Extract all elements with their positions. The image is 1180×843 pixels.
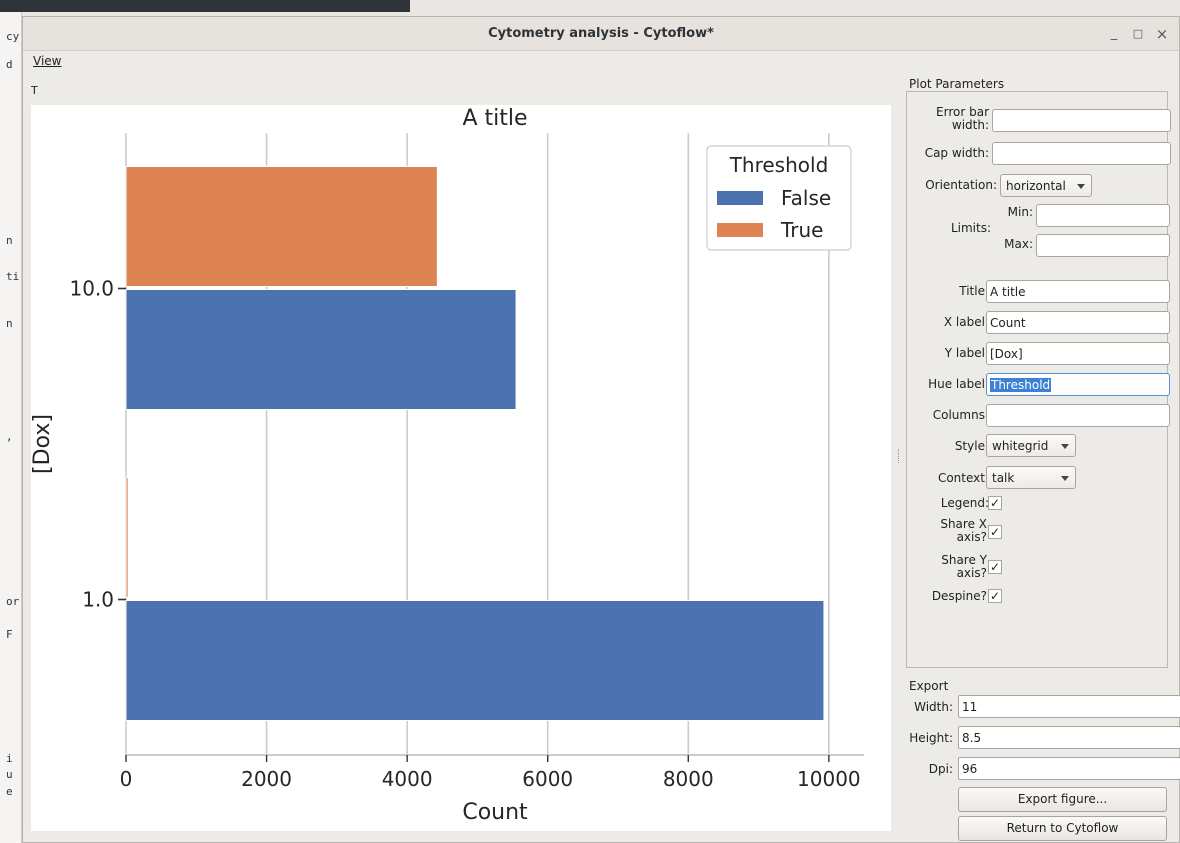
legend-title: Threshold: [729, 153, 829, 177]
orientation-label: Orientation:: [925, 178, 997, 192]
share-x-checkbox[interactable]: ✓: [988, 525, 1002, 539]
orientation-select[interactable]: horizontal: [1000, 174, 1092, 197]
bar-true: [125, 477, 129, 598]
background-text-fragment: u: [6, 768, 13, 781]
splitter-handle[interactable]: [898, 449, 902, 463]
export-dpi-label: Dpi:: [928, 762, 953, 776]
chart-title: A title: [462, 106, 527, 131]
limits-label: Limits:: [950, 221, 991, 235]
title-label: Title:: [959, 284, 989, 298]
chevron-down-icon: [1061, 476, 1069, 481]
limits-max-label: Max:: [1004, 237, 1033, 251]
y-label-label: Y label:: [944, 346, 989, 360]
x-tick-label: 2000: [241, 767, 292, 791]
legend-entry: False: [781, 186, 831, 210]
window-title: Cytometry analysis - Cytoflow*: [488, 26, 714, 41]
share-y-label: Share Y axis?: [941, 553, 987, 580]
chevron-down-icon: [1077, 184, 1085, 189]
despine-checkbox[interactable]: ✓: [988, 589, 1002, 603]
export-header: Export: [909, 679, 949, 693]
x-tick-label: 8000: [663, 767, 714, 791]
despine-label: Despine?: [931, 589, 987, 603]
background-window-edge: cy d n ti n , or F i u e: [0, 12, 22, 843]
background-text-fragment: n: [6, 234, 13, 247]
y-label-input[interactable]: [Dox]: [986, 342, 1170, 365]
columns-input[interactable]: [986, 404, 1170, 427]
context-value: talk: [992, 471, 1015, 485]
background-text-fragment: ,: [6, 430, 13, 443]
title-input[interactable]: A title: [986, 280, 1170, 303]
export-width-label: Width:: [914, 700, 953, 714]
background-text-fragment: n: [6, 317, 13, 330]
orientation-value: horizontal: [1006, 179, 1066, 193]
plot-parameters-header: Plot Parameters: [909, 77, 1005, 91]
bar-false: [125, 289, 517, 410]
legend-label: Legend:: [940, 496, 989, 510]
background-taskbar-strip: [0, 0, 410, 12]
export-height-input[interactable]: 8.5: [958, 726, 1180, 749]
error-bar-width-label: Error bar width:: [936, 105, 989, 132]
y-tick-label: 10.0: [69, 277, 114, 301]
x-axis-label: Count: [462, 800, 528, 825]
background-text-fragment: or: [6, 595, 20, 608]
maximize-button[interactable]: □: [1129, 25, 1147, 43]
background-text-fragment: F: [6, 628, 13, 641]
context-label: Context:: [937, 471, 989, 485]
x-label-label: X label:: [943, 315, 989, 329]
background-text-fragment: ti: [6, 270, 20, 283]
export-height-label: Height:: [909, 731, 953, 745]
share-y-checkbox[interactable]: ✓: [988, 560, 1002, 574]
chart-svg: 10.0 1.0 0 2000 4000 6000 8000 10000 A title Coun…: [31, 106, 864, 825]
x-tick-label: 4000: [382, 767, 433, 791]
bar-true: [125, 166, 438, 287]
legend-checkbox[interactable]: ✓: [988, 496, 1002, 510]
limits-max-input[interactable]: [1036, 234, 1170, 257]
export-width-input[interactable]: 11: [958, 695, 1180, 718]
background-text-fragment: e: [6, 785, 13, 798]
y-tick-label: 1.0: [82, 588, 114, 612]
cytoflow-window: Cytometry analysis - Cytoflow* _ □ × Vie…: [22, 16, 1180, 843]
export-figure-button[interactable]: Export figure...: [958, 787, 1167, 812]
x-tick-label: 6000: [522, 767, 573, 791]
x-tick-label: 10000: [797, 767, 861, 791]
limits-min-input[interactable]: [1036, 204, 1170, 227]
hue-label-input[interactable]: Threshold: [986, 373, 1170, 396]
context-select[interactable]: talk: [986, 466, 1076, 489]
x-tick-label: 0: [120, 767, 133, 791]
legend-swatch-true: [717, 223, 763, 237]
columns-label: Columns:: [932, 408, 989, 422]
y-axis-label: [Dox]: [31, 414, 55, 474]
background-text-fragment: i: [6, 752, 13, 765]
legend-swatch-false: [717, 191, 763, 205]
plot-toolbar-label: T: [31, 84, 38, 97]
menu-bar: View: [23, 52, 1179, 72]
minimize-button[interactable]: _: [1105, 25, 1123, 43]
desktop: cy d n ti n , or F i u e Cytometry analy…: [0, 0, 1180, 843]
title-bar[interactable]: Cytometry analysis - Cytoflow* _ □ ×: [23, 17, 1179, 51]
menu-view[interactable]: View: [33, 54, 61, 68]
hue-label-label: Hue label:: [928, 377, 989, 391]
legend-entry: True: [780, 218, 823, 242]
cap-width-label: Cap width:: [924, 146, 989, 160]
export-dpi-input[interactable]: 96: [958, 757, 1180, 780]
limits-min-label: Min:: [1007, 205, 1033, 219]
return-to-cytoflow-button[interactable]: Return to Cytoflow: [958, 816, 1167, 841]
x-label-input[interactable]: Count: [986, 311, 1170, 334]
share-x-label: Share X axis?: [940, 517, 987, 544]
background-text-fragment: cy: [6, 30, 20, 43]
background-text-fragment: d: [6, 58, 13, 71]
cap-width-input[interactable]: [992, 142, 1171, 165]
hue-label-selected-text: Threshold: [990, 378, 1052, 392]
bar-false: [125, 600, 825, 721]
style-label: Style:: [954, 439, 989, 453]
plot-canvas: 10.0 1.0 0 2000 4000 6000 8000 10000 A title Coun…: [31, 105, 891, 831]
style-select[interactable]: whitegrid: [986, 434, 1076, 457]
style-value: whitegrid: [992, 439, 1049, 453]
error-bar-width-input[interactable]: [992, 109, 1171, 132]
plot-parameters-panel: Error bar width: Cap width: Orientation:…: [906, 91, 1171, 668]
chevron-down-icon: [1061, 444, 1069, 449]
close-button[interactable]: ×: [1153, 25, 1171, 43]
